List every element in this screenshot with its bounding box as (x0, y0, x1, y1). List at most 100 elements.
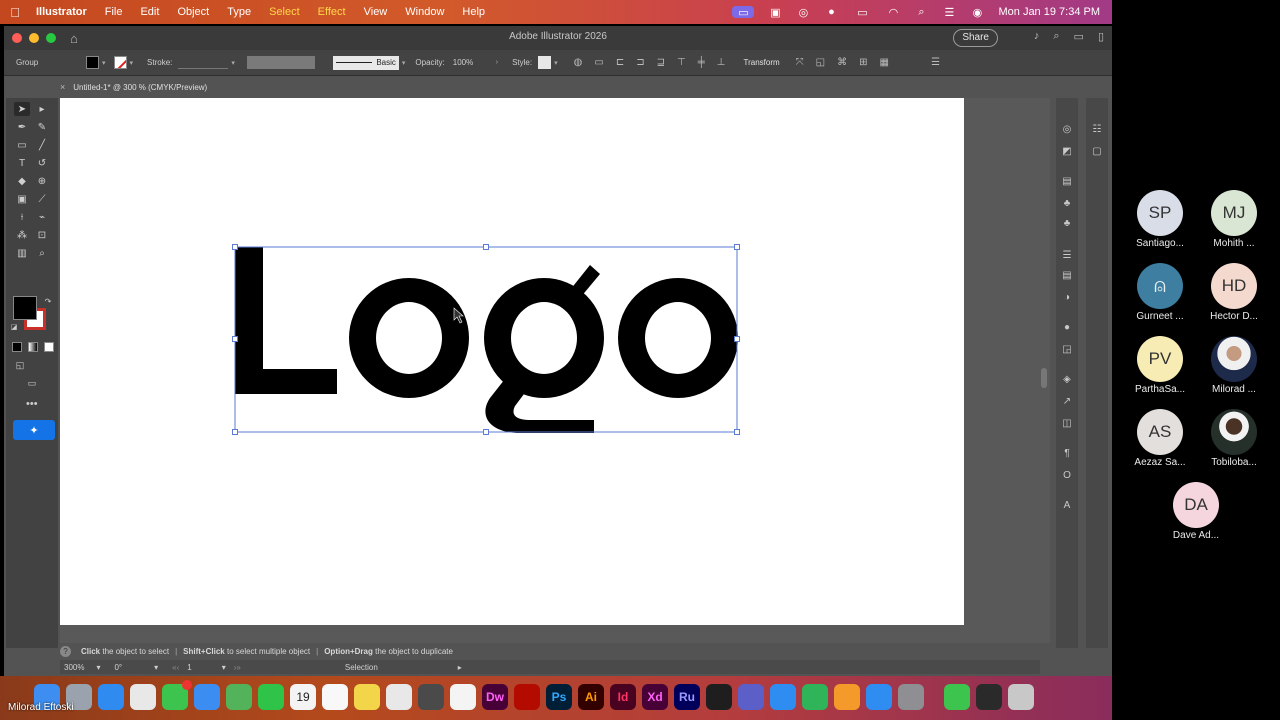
brushes-icon[interactable]: ♣ (1060, 216, 1074, 230)
rotate-tool-icon[interactable]: ↺ (34, 156, 50, 170)
rush-icon[interactable]: Ru (674, 684, 700, 710)
align-left-icon[interactable]: ⊏ (616, 57, 624, 68)
menu-file[interactable]: File (96, 6, 132, 18)
color-panel-icon[interactable]: ◑ (1060, 290, 1074, 304)
paragraph-icon[interactable]: ¶ (1060, 446, 1074, 460)
pen-tool-icon[interactable]: ✒ (14, 120, 30, 134)
rectangle-tool-icon[interactable]: ▭ (14, 138, 30, 152)
brush-definition-dropdown[interactable]: Basic (332, 55, 399, 70)
opacity-field[interactable]: 100% (453, 58, 493, 67)
participant-tile[interactable]: AS Aezaz Sa... (1124, 409, 1196, 468)
menu-datetime[interactable]: Mon Jan 19 7:34 PM (998, 6, 1100, 18)
zoom-field[interactable]: 300% ▾ (60, 663, 104, 672)
transform-button[interactable]: Transform (744, 58, 780, 67)
participant-tile[interactable]: DA Dave Ad... (1160, 482, 1232, 541)
envelope-icon[interactable]: ⊞ (859, 57, 867, 68)
acrobat-icon[interactable] (514, 684, 540, 710)
participant-tile[interactable]: ⍝ Gurneet ... (1124, 263, 1196, 322)
gradient-panel-icon[interactable]: ▤ (1060, 268, 1074, 282)
participant-tile[interactable]: Tobiloba... (1198, 409, 1270, 468)
opentype-icon[interactable]: O (1060, 468, 1074, 482)
appstore-icon[interactable] (866, 684, 892, 710)
export-icon[interactable]: ↗ (1060, 394, 1074, 408)
reminders-icon[interactable] (322, 684, 348, 710)
isolate-icon[interactable]: ⤧ (796, 57, 804, 68)
stroke-color-swatch[interactable] (113, 56, 127, 69)
participant-tile[interactable]: Milorad ... (1198, 336, 1270, 395)
menu-effect[interactable]: Effect (309, 6, 355, 18)
adjust-icon[interactable]: ☷ (1090, 122, 1104, 136)
share-button[interactable]: Share (953, 29, 998, 47)
pixel-icon[interactable]: ▦ (880, 57, 889, 68)
align-center-icon[interactable]: ⊐ (636, 57, 644, 68)
screen-share-icon[interactable]: ▭ (732, 6, 755, 19)
canvas-area[interactable] (60, 98, 1050, 643)
artboard-nav[interactable]: «‹ (168, 663, 183, 672)
numbers-icon[interactable] (802, 684, 828, 710)
wifi-icon[interactable]: ◠ (886, 6, 900, 19)
asset-export-icon[interactable]: ◲ (1060, 342, 1074, 356)
briefcase-icon[interactable]: ▣ (768, 6, 782, 19)
appearance-icon[interactable]: ● (1060, 320, 1074, 334)
bell-icon[interactable]: ♪ (1034, 30, 1040, 43)
maximize-window-button[interactable] (46, 33, 56, 43)
gradient-mode-icon[interactable] (28, 342, 38, 352)
illustrator-icon[interactable]: Ai (578, 684, 604, 710)
participant-tile[interactable]: SP Santiago... (1124, 190, 1196, 249)
align-top-icon[interactable]: ⊤ (677, 57, 686, 68)
chrome-icon[interactable] (130, 684, 156, 710)
figma-icon[interactable] (706, 684, 732, 710)
default-colors-icon[interactable]: ◪ (6, 320, 22, 334)
menu-help[interactable]: Help (453, 6, 494, 18)
libraries-icon[interactable]: ◩ (1060, 144, 1074, 158)
status-menu-arrow[interactable]: ▸ (458, 663, 462, 672)
artboard[interactable] (60, 98, 964, 625)
freeform-icon[interactable] (450, 684, 476, 710)
vertical-scrollbar[interactable] (1040, 98, 1048, 643)
fill-color-swatch[interactable] (86, 56, 99, 69)
chevron-down-icon[interactable]: ▾ (102, 59, 106, 67)
artboard-nav-next[interactable]: ›» (230, 663, 245, 672)
close-window-button[interactable] (12, 33, 22, 43)
dreamweaver-icon[interactable]: Dw (482, 684, 508, 710)
gradient-tool-icon[interactable]: ▣ (14, 192, 30, 206)
menu-view[interactable]: View (355, 6, 397, 18)
xd-icon[interactable]: Xd (642, 684, 668, 710)
variable-width-profile[interactable] (246, 56, 315, 69)
layers-icon[interactable]: ◈ (1060, 372, 1074, 386)
column-graph-tool-icon[interactable]: ▥ (14, 246, 30, 260)
properties-icon[interactable]: ◎ (1060, 122, 1074, 136)
photoshop-icon[interactable]: Ps (546, 684, 572, 710)
search-icon[interactable]: ⌕ (1053, 30, 1059, 43)
chevron-down-icon[interactable]: ▾ (554, 59, 558, 67)
generative-ai-icon[interactable]: ✦ (13, 420, 55, 440)
shape-icon[interactable]: ◱ (816, 57, 825, 68)
chevron-down-icon[interactable]: ▾ (402, 59, 406, 67)
pages-icon[interactable] (834, 684, 860, 710)
participant-tile[interactable]: MJ Mohith ... (1198, 190, 1270, 249)
artboard-tool-icon[interactable]: ⊡ (34, 228, 50, 242)
calendar-icon[interactable]: 19 (290, 684, 316, 710)
menu-type[interactable]: Type (218, 6, 260, 18)
transparency-icon[interactable]: ◫ (1060, 416, 1074, 430)
symbols-icon[interactable]: ♣ (1060, 196, 1074, 210)
menu-object[interactable]: Object (168, 6, 218, 18)
participant-tile[interactable]: PV ParthaSa... (1124, 336, 1196, 395)
maps-icon[interactable] (226, 684, 252, 710)
phone-icon[interactable] (944, 684, 970, 710)
fill-color-box[interactable] (13, 296, 37, 320)
calculator-icon[interactable] (418, 684, 444, 710)
color-mode-icon[interactable] (12, 342, 22, 352)
align-bottom-icon[interactable]: ⊥ (717, 57, 726, 68)
menu-window[interactable]: Window (396, 6, 453, 18)
eyedropper-tool-icon[interactable]: ⟊ (14, 210, 30, 224)
symbol-sprayer-tool-icon[interactable]: ⁂ (14, 228, 30, 242)
creative-cloud-icon[interactable]: ◎ (796, 6, 810, 19)
document-tab[interactable]: × Untitled-1* @ 300 % (CMYK/Preview) (60, 78, 207, 96)
facetime-icon[interactable] (258, 684, 284, 710)
messages-icon[interactable] (162, 680, 192, 710)
shape-builder-tool-icon[interactable]: ⊕ (34, 174, 50, 188)
control-center-icon[interactable]: ☰ (942, 6, 956, 19)
apple-icon[interactable]:  (0, 5, 30, 20)
user-icon[interactable]: ● (824, 6, 838, 18)
